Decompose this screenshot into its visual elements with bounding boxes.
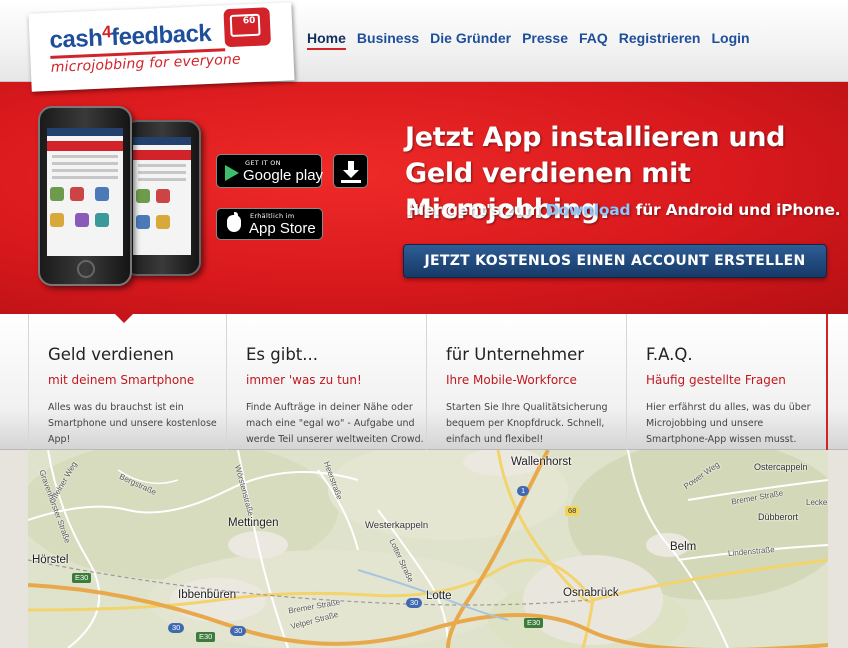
feature-description: Starten Sie Ihre Qualitätsicherung beque… [446, 402, 608, 445]
nav-item-home[interactable]: Home [307, 30, 346, 50]
map-road-shield: 68 [565, 506, 580, 516]
feature-title: für Unternehmer [446, 345, 585, 364]
map-place-label: Ibbenbüren [178, 589, 237, 601]
feature-faq[interactable]: F.A.Q. Häufig gestellte Fragen Hier erfä… [627, 314, 828, 450]
map-place-label: Belm [670, 541, 697, 553]
active-pointer-icon [115, 314, 133, 323]
download-button[interactable] [333, 154, 368, 188]
hero-subline: Hier geht's zum Download für Android und… [406, 201, 841, 219]
feature-description: Hier erfährst du alles, was du über Micr… [646, 402, 811, 445]
main-nav: Home Business Die Gründer Presse FAQ Reg… [307, 30, 761, 50]
app-store-badge[interactable]: Erhältlich im App Store [216, 208, 323, 240]
map-place-label: Ostercappeln [754, 462, 808, 472]
create-account-button[interactable]: JETZT KOSTENLOS EINEN ACCOUNT ERSTELLEN [403, 244, 827, 278]
map-road-shield: 30 [230, 626, 247, 636]
feature-subtitle: mit deinem Smartphone [48, 373, 195, 387]
nav-item-faq[interactable]: FAQ [579, 30, 608, 50]
map-road-shield: 30 [168, 623, 185, 633]
download-icon [348, 161, 354, 170]
map-place-label: Mettingen [228, 517, 279, 529]
feature-fuer-unternehmer[interactable]: für Unternehmer Ihre Mobile-Workforce St… [427, 314, 627, 450]
map[interactable]: Wallenhorst Ostercappeln Mettingen Weste… [28, 450, 828, 648]
nav-item-presse[interactable]: Presse [522, 30, 568, 50]
app-store-small-label: Erhältlich im [250, 212, 295, 220]
map-place-label: Osnabrück [563, 587, 619, 599]
map-terrain [28, 450, 828, 648]
feature-title: Geld verdienen [48, 345, 174, 364]
feature-description: Finde Aufträge in deiner Nähe oder mach … [246, 402, 424, 445]
map-road-shield: 1 [517, 486, 530, 496]
site-header: cash4feedback 60 microjobbing for everyo… [0, 0, 848, 92]
nav-item-login[interactable]: Login [711, 30, 749, 50]
google-play-icon [225, 165, 239, 181]
map-road-shield: E30 [72, 573, 92, 583]
feature-geld-verdienen[interactable]: Geld verdienen mit deinem Smartphone All… [28, 314, 227, 450]
feature-subtitle: Häufig gestellte Fragen [646, 373, 786, 387]
map-section: Wallenhorst Ostercappeln Mettingen Weste… [0, 450, 848, 648]
google-play-badge[interactable]: GET IT ON Google play [216, 154, 324, 188]
iphone-screen [47, 128, 123, 256]
map-road-shield: 30 [406, 598, 423, 608]
feature-subtitle: Ihre Mobile-Workforce [446, 373, 577, 387]
feature-strip: Geld verdienen mit deinem Smartphone All… [0, 314, 848, 450]
download-link[interactable]: Download [546, 201, 631, 219]
feature-title: F.A.Q. [646, 345, 693, 364]
map-place-label: Westerkappeln [365, 520, 429, 531]
feature-subtitle: immer 'was zu tun! [246, 373, 362, 387]
nav-item-registrieren[interactable]: Registrieren [619, 30, 701, 50]
map-road-shield: E30 [196, 632, 216, 642]
logo-speech-bubble-icon: 60 [223, 7, 272, 48]
android-phone-image [123, 120, 201, 276]
google-play-small-label: GET IT ON [245, 159, 281, 167]
logo[interactable]: cash4feedback 60 microjobbing for everyo… [28, 2, 295, 92]
map-place-label: Dübberort [758, 512, 799, 522]
map-place-label: Lotte [426, 590, 452, 602]
map-place-label: Wallenhorst [511, 456, 572, 468]
hero-banner: GET IT ON Google play Erhältlich im App … [0, 82, 848, 314]
android-phone-screen [133, 137, 191, 255]
map-street-label: Lecke [806, 498, 828, 507]
iphone-image [38, 106, 132, 286]
map-place-label: Hörstel [32, 554, 69, 566]
google-play-big-label: Google play [243, 167, 324, 184]
feature-es-gibt[interactable]: Es gibt... immer 'was zu tun! Finde Auft… [227, 314, 427, 450]
app-store-big-label: App Store [249, 220, 316, 237]
nav-item-die-gruender[interactable]: Die Gründer [430, 30, 511, 50]
nav-item-business[interactable]: Business [357, 30, 419, 50]
apple-icon [227, 215, 241, 232]
map-road-shield: E30 [524, 618, 544, 628]
feature-title: Es gibt... [246, 345, 319, 364]
home-button-icon [77, 260, 95, 278]
feature-description: Alles was du brauchst ist ein Smartphone… [48, 402, 217, 445]
